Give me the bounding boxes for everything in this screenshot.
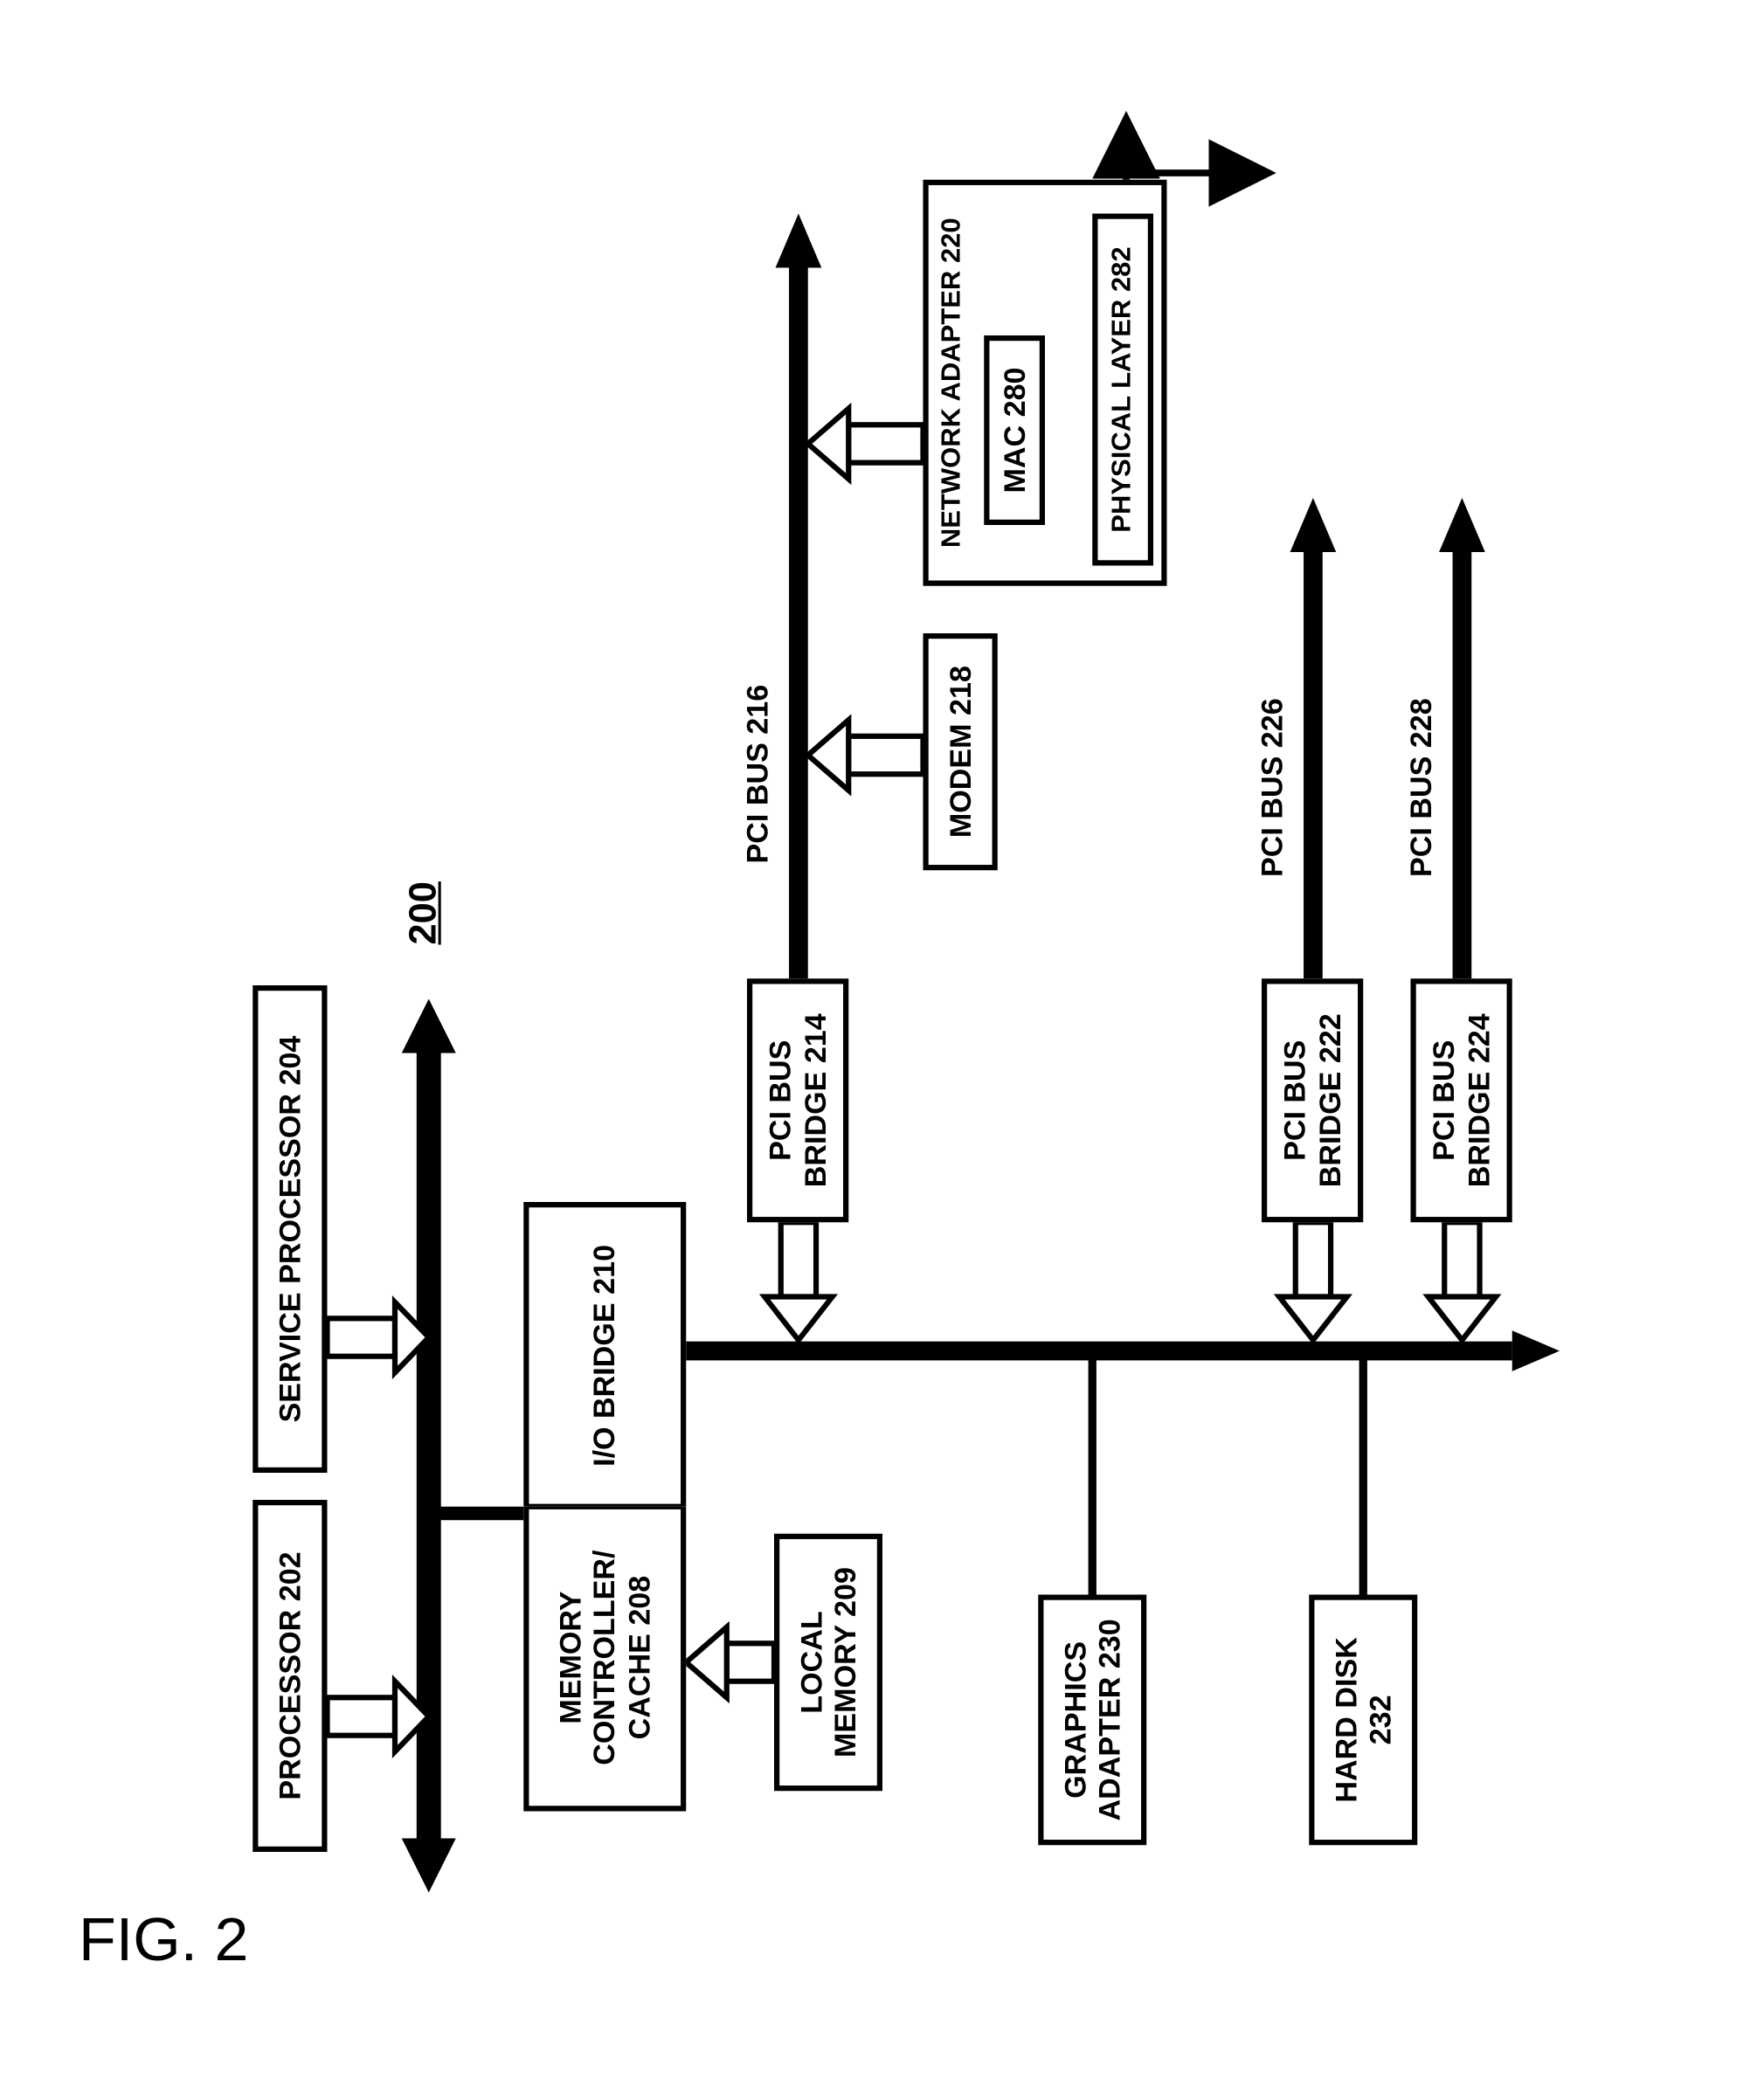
pci-bridge-222: PCI BUS BRIDGE 222 [1262,978,1363,1222]
pci-bus-216-label: PCI BUS 216 [740,685,775,864]
physical-layer-block: PHYSICAL LAYER 282 [1092,214,1153,566]
figure-caption: FIG. 2 [79,1904,248,1974]
io-bridge-block: I/O BRIDGE 210 [523,1202,686,1507]
service-processor-block: SERVICE PROCESSOR 204 [252,985,327,1473]
processor-block: PROCESSOR 202 [252,1500,327,1852]
conn-network-adapter [807,409,923,480]
pci-bus-226-label: PCI BUS 226 [1255,698,1290,877]
diagram-canvas: PROCESSOR 202 SERVICE PROCESSOR 204 200 … [44,70,1720,2009]
hard-disk-block: HARD DISK 232 [1309,1595,1417,1846]
conn-pcibridge214-left [764,1222,833,1340]
mac-block: MAC 280 [984,335,1045,525]
local-memory-block: LOCAL MEMORY 209 [774,1534,882,1792]
diagram-id: 200 [401,881,445,944]
pci-bus-228-label: PCI BUS 228 [1403,698,1438,877]
pci-bus-216 [775,214,821,979]
rotated-content: PROCESSOR 202 SERVICE PROCESSOR 204 200 … [171,160,1594,1920]
processor-label: PROCESSOR 202 [273,1551,307,1799]
pci-bridge-224: PCI BUS BRIDGE 224 [1410,978,1512,1222]
system-bus [401,999,455,1893]
conn-service-processor-bus [327,1302,428,1373]
pci-bus-226 [1290,498,1336,978]
modem-block: MODEM 218 [923,633,997,870]
pci-bridge-214: PCI BUS BRIDGE 214 [747,978,848,1222]
conn-pcibridge222-left [1279,1222,1347,1340]
io-secondary-bus [686,1330,1560,1371]
conn-local-memory [686,1627,774,1698]
graphics-block: GRAPHICS ADAPTER 230 [1038,1595,1146,1846]
pci-bus-228 [1439,498,1485,978]
service-processor-label: SERVICE PROCESSOR 204 [273,1036,307,1423]
mem-ctrl-block: MEMORY CONTROLLER/ CACHE 208 [523,1507,686,1812]
conn-processor-bus [327,1682,428,1752]
conn-pcibridge224-left [1428,1222,1496,1340]
conn-modem [807,720,923,791]
